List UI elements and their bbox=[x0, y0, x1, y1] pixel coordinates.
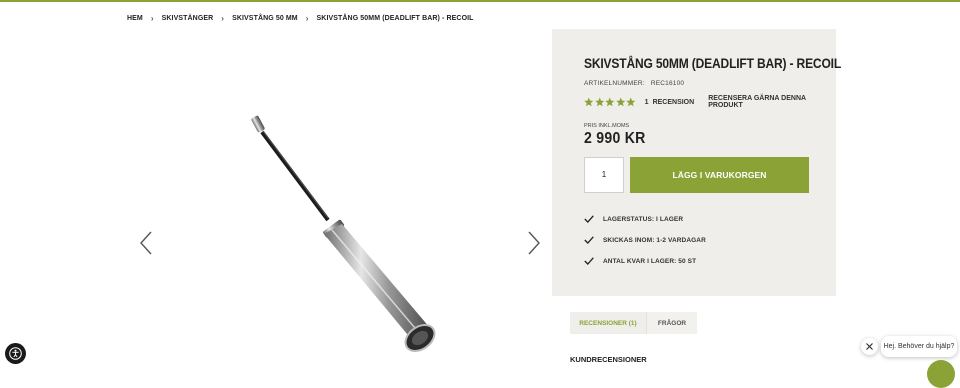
feature-text: LAGERSTATUS: I LAGER bbox=[603, 215, 684, 223]
reviews-heading: KUNDRECENSIONER bbox=[570, 355, 647, 364]
write-review-link[interactable]: RECENSERA GÄRNA DENNA PRODUKT bbox=[708, 95, 836, 109]
close-icon bbox=[866, 343, 873, 350]
breadcrumb-home[interactable]: HEM bbox=[127, 15, 143, 22]
check-icon bbox=[584, 236, 594, 244]
sku-value: REC16100 bbox=[650, 80, 685, 87]
star-icon bbox=[584, 97, 594, 107]
product-sku: ARTIKELNUMMER: REC16100 bbox=[584, 80, 684, 87]
accessibility-button[interactable] bbox=[5, 343, 26, 364]
check-icon bbox=[584, 257, 594, 265]
star-icon bbox=[605, 97, 615, 107]
chat-launcher-button[interactable] bbox=[927, 360, 955, 388]
feature-shipping: SKICKAS INOM: 1-2 VARDAGAR bbox=[584, 236, 706, 244]
accessibility-icon bbox=[9, 347, 22, 360]
sku-label: ARTIKELNUMMER: bbox=[584, 80, 645, 87]
product-info-panel: SKIVSTÅNG 50MM (DEADLIFT BAR) - RECOIL A… bbox=[552, 29, 842, 296]
feature-text: ANTAL KVAR I LAGER: 50 ST bbox=[603, 257, 697, 265]
gallery-prev-button[interactable] bbox=[136, 228, 156, 258]
feature-text: SKICKAS INOM: 1-2 VARDAGAR bbox=[603, 236, 706, 244]
product-title: SKIVSTÅNG 50MM (DEADLIFT BAR) - RECOIL bbox=[584, 55, 842, 71]
chat-message[interactable]: Hej. Behöver du hjälp? bbox=[881, 336, 957, 357]
chat-close-button[interactable] bbox=[861, 338, 878, 355]
breadcrumb-separator-icon: › bbox=[150, 13, 154, 23]
breadcrumb-current: SKIVSTÅNG 50MM (DEADLIFT BAR) - RECOIL bbox=[316, 14, 474, 22]
product-image bbox=[251, 115, 436, 352]
breadcrumb-separator-icon: › bbox=[305, 13, 309, 23]
feature-stock-count: ANTAL KVAR I LAGER: 50 ST bbox=[584, 257, 696, 265]
breadcrumb-skivstanger[interactable]: SKIVSTÄNGER bbox=[162, 15, 214, 22]
product-price: 2 990 KR bbox=[584, 130, 646, 147]
chevron-right-icon bbox=[528, 231, 540, 255]
tab-questions[interactable]: FRÅGOR bbox=[646, 312, 697, 334]
feature-stock-status: LAGERSTATUS: I LAGER bbox=[584, 215, 683, 223]
star-icon bbox=[594, 97, 604, 107]
add-to-cart-button[interactable]: LÄGG I VARUKORGEN bbox=[630, 157, 809, 193]
tab-reviews[interactable]: RECENSIONER (1) bbox=[570, 312, 646, 334]
top-accent-line bbox=[0, 0, 960, 2]
star-icon bbox=[626, 97, 636, 107]
product-rating: 1 RECENSION RECENSERA GÄRNA DENNA PRODUK… bbox=[584, 95, 836, 109]
check-icon bbox=[584, 215, 594, 223]
price-label: PRIS INKL.MOMS bbox=[584, 123, 630, 129]
breadcrumb: HEM › SKIVSTÄNGER › SKIVSTÅNG 50 MM › SK… bbox=[127, 12, 474, 24]
review-count[interactable]: 1 bbox=[645, 99, 649, 106]
star-icon bbox=[615, 97, 625, 107]
chevron-left-icon bbox=[140, 231, 152, 255]
quantity-input[interactable]: 1 bbox=[584, 157, 624, 193]
gallery-next-button[interactable] bbox=[524, 228, 544, 258]
breadcrumb-skivstang-50mm[interactable]: SKIVSTÅNG 50 MM bbox=[232, 15, 298, 22]
review-count-label[interactable]: RECENSION bbox=[653, 99, 695, 106]
breadcrumb-separator-icon: › bbox=[221, 13, 225, 23]
